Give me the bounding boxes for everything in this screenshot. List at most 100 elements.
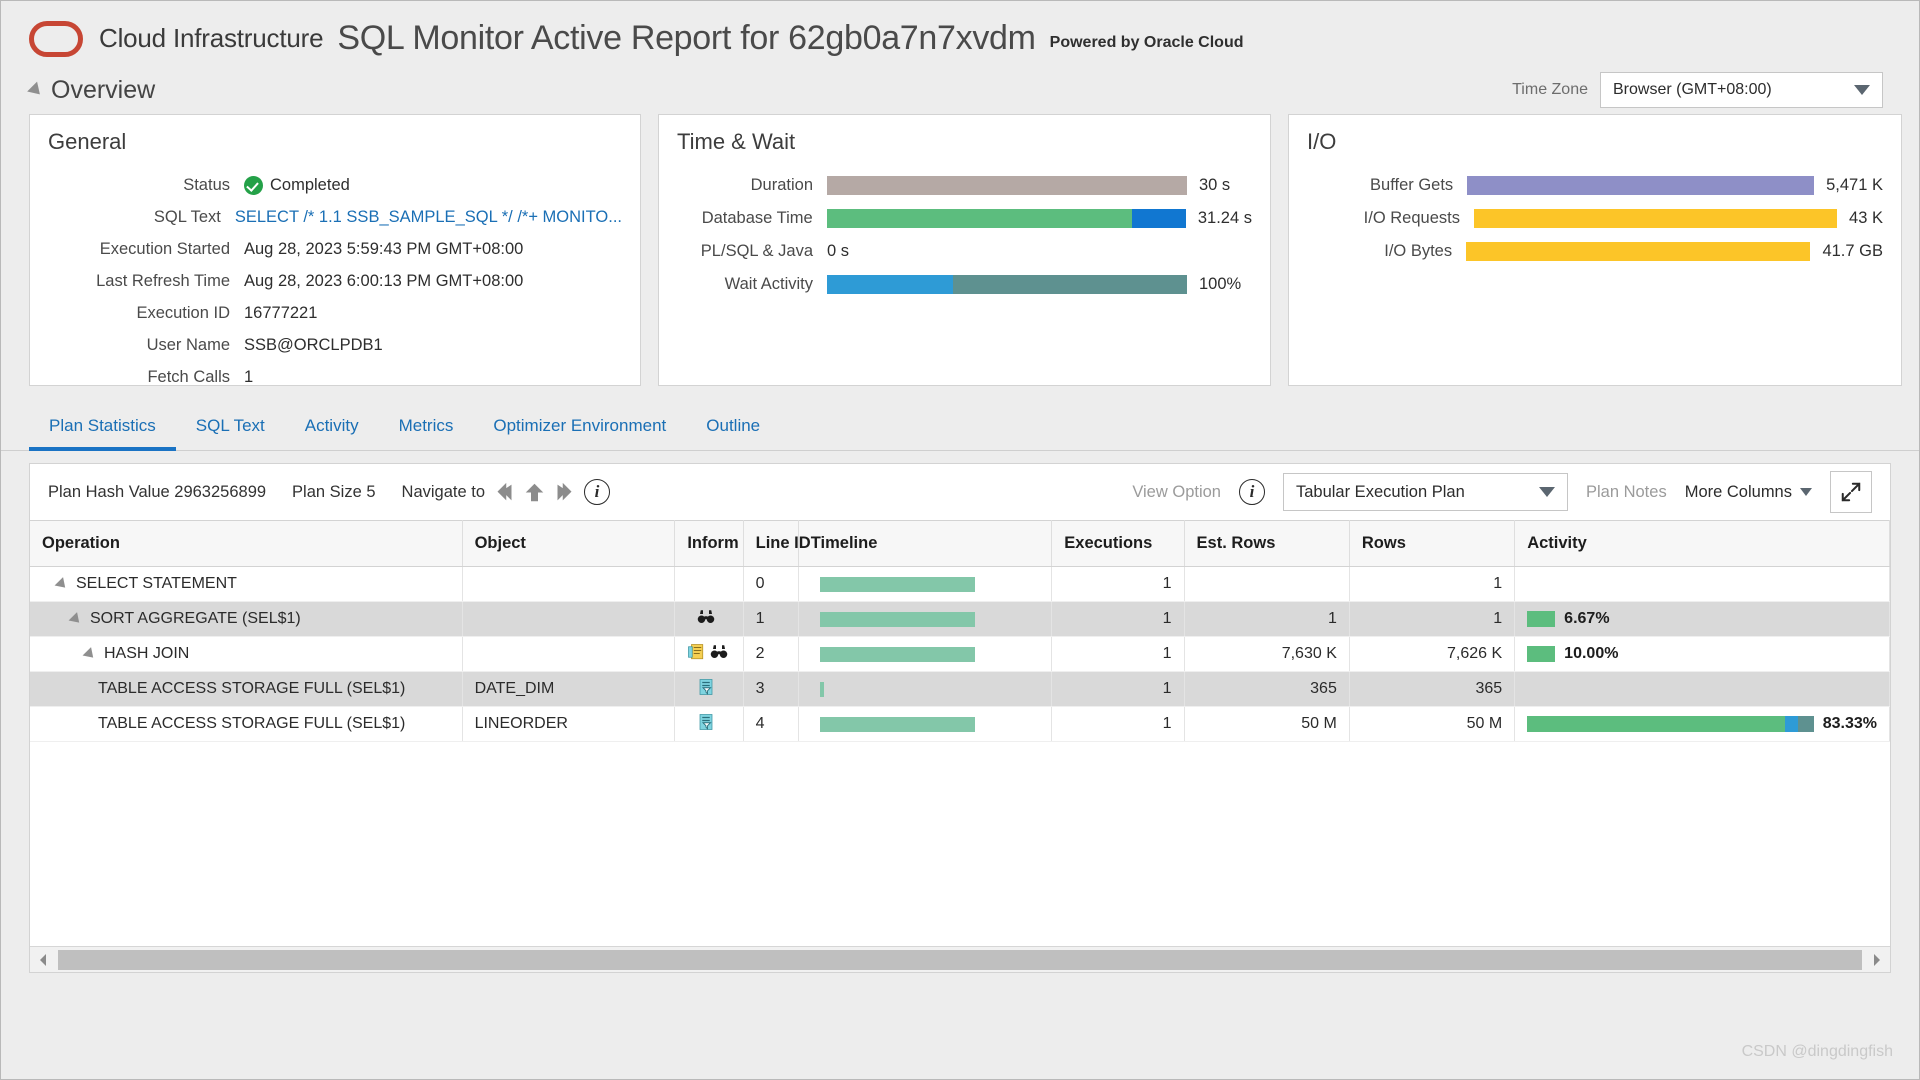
column-header-est-rows[interactable]: Est. Rows	[1184, 521, 1349, 567]
cell-est-rows: 50 M	[1184, 707, 1349, 742]
watermark: CSDN @dingdingfish	[1742, 1043, 1893, 1061]
scrollbar-thumb[interactable]	[58, 950, 1862, 970]
navigate-to-group: Navigate to i	[402, 479, 610, 505]
cell-est-rows: 1	[1184, 602, 1349, 637]
filter-note-icon[interactable]	[687, 643, 705, 666]
io-row-value: 41.7 GB	[1822, 242, 1883, 261]
binoculars-icon[interactable]	[697, 608, 715, 631]
plan-notes-button[interactable]: Plan Notes	[1586, 483, 1667, 502]
timeline-bar	[820, 612, 975, 627]
time-wait-row-label: Wait Activity	[677, 275, 827, 294]
navigate-up-icon[interactable]	[524, 482, 545, 503]
time-wait-row-label: Duration	[677, 176, 827, 195]
column-header-activity[interactable]: Activity	[1515, 521, 1890, 567]
column-header-line-id[interactable]: Line ID	[743, 521, 798, 567]
cell-rows: 7,626 K	[1349, 637, 1514, 672]
general-row-label: SQL Text	[48, 208, 235, 227]
status-ok-icon	[244, 176, 263, 195]
table-row[interactable]: SELECT STATEMENT011	[30, 567, 1890, 602]
timeline-bar	[820, 717, 975, 732]
row-expander-icon[interactable]	[83, 647, 98, 662]
tab-metrics[interactable]: Metrics	[379, 404, 474, 451]
column-header-object[interactable]: Object	[462, 521, 675, 567]
cell-operation: SELECT STATEMENT	[30, 567, 462, 602]
scroll-right-icon[interactable]	[1864, 953, 1890, 967]
expand-button[interactable]	[1830, 471, 1872, 513]
table-filter-icon[interactable]	[697, 713, 715, 736]
io-bar	[1467, 176, 1814, 195]
row-expander-icon[interactable]	[55, 577, 70, 592]
column-header-executions[interactable]: Executions	[1052, 521, 1184, 567]
collapse-triangle-icon[interactable]	[27, 81, 45, 99]
io-panel-title: I/O	[1307, 129, 1883, 155]
bar-segment	[1527, 611, 1555, 627]
table-row[interactable]: HASH JOIN217,630 K7,626 K10.00%	[30, 637, 1890, 672]
overview-toggle[interactable]: Overview	[29, 76, 155, 105]
column-header-operation[interactable]: Operation	[30, 521, 462, 567]
view-option-info-icon[interactable]: i	[1239, 479, 1265, 505]
timezone-value: Browser (GMT+08:00)	[1613, 81, 1772, 99]
tab-activity[interactable]: Activity	[285, 404, 379, 451]
view-option-value: Tabular Execution Plan	[1296, 483, 1465, 502]
general-row: SQL TextSELECT /* 1.1 SSB_SAMPLE_SQL */ …	[48, 201, 622, 233]
tab-sql-text[interactable]: SQL Text	[176, 404, 285, 451]
io-row-label: I/O Requests	[1307, 209, 1474, 228]
column-header-rows[interactable]: Rows	[1349, 521, 1514, 567]
horizontal-scrollbar[interactable]	[30, 946, 1890, 972]
view-option-select[interactable]: Tabular Execution Plan	[1283, 473, 1568, 511]
cell-line-id: 4	[743, 707, 798, 742]
timeline-bar	[820, 682, 825, 697]
cell-timeline	[798, 637, 1052, 672]
time-wait-panel-title: Time & Wait	[677, 129, 1252, 155]
scroll-left-icon[interactable]	[30, 953, 56, 967]
cell-executions: 1	[1052, 637, 1184, 672]
tab-optimizer-environment[interactable]: Optimizer Environment	[473, 404, 686, 451]
table-row[interactable]: TABLE ACCESS STORAGE FULL (SEL$1)LINEORD…	[30, 707, 1890, 742]
activity-bar	[1527, 611, 1555, 627]
cell-timeline	[798, 707, 1052, 742]
tab-plan-statistics[interactable]: Plan Statistics	[29, 404, 176, 451]
row-expander-icon[interactable]	[69, 612, 84, 627]
tab-outline[interactable]: Outline	[686, 404, 780, 451]
plan-table-empty-space	[30, 742, 1890, 946]
general-row-label: Fetch Calls	[48, 368, 244, 387]
cell-line-id: 2	[743, 637, 798, 672]
general-row-value: Completed	[244, 176, 350, 195]
navigate-previous-icon[interactable]	[494, 482, 515, 503]
io-row: I/O Bytes41.7 GB	[1307, 235, 1883, 268]
table-row[interactable]: SORT AGGREGATE (SEL$1)11116.67%	[30, 602, 1890, 637]
timezone-select[interactable]: Browser (GMT+08:00)	[1600, 72, 1883, 108]
general-row-value: Aug 28, 2023 6:00:13 PM GMT+08:00	[244, 272, 523, 291]
column-header-timeline[interactable]: Timeline	[798, 521, 1052, 567]
column-header-inform[interactable]: Inform	[675, 521, 743, 567]
time-wait-bar	[827, 275, 1187, 294]
expand-icon	[1840, 481, 1862, 503]
activity-bar	[1527, 716, 1814, 732]
general-row-value[interactable]: SELECT /* 1.1 SSB_SAMPLE_SQL */ /*+ MONI…	[235, 208, 622, 227]
binoculars-icon[interactable]	[710, 643, 728, 666]
chevron-down-icon[interactable]	[1539, 487, 1555, 497]
cell-executions: 1	[1052, 602, 1184, 637]
plan-hash-value: Plan Hash Value 2963256899	[48, 483, 266, 502]
plan-table: OperationObjectInformLine IDTimelineExec…	[30, 520, 1890, 742]
overview-row: Overview Time Zone Browser (GMT+08:00)	[1, 68, 1919, 114]
cell-activity: 10.00%	[1515, 637, 1890, 672]
cell-operation: SORT AGGREGATE (SEL$1)	[30, 602, 462, 637]
table-filter-icon[interactable]	[697, 678, 715, 701]
chevron-down-icon[interactable]	[1800, 488, 1812, 496]
operation-label: TABLE ACCESS STORAGE FULL (SEL$1)	[98, 715, 405, 733]
main-tabs: Plan StatisticsSQL TextActivityMetricsOp…	[1, 404, 1919, 451]
io-row-value: 5,471 K	[1826, 176, 1883, 195]
general-row: Execution StartedAug 28, 2023 5:59:43 PM…	[48, 233, 622, 265]
chevron-down-icon[interactable]	[1854, 85, 1870, 95]
bar-segment	[953, 275, 1187, 294]
table-row[interactable]: TABLE ACCESS STORAGE FULL (SEL$1)DATE_DI…	[30, 672, 1890, 707]
cell-executions: 1	[1052, 672, 1184, 707]
plan-table-wrapper: OperationObjectInformLine IDTimelineExec…	[30, 520, 1890, 972]
navigate-info-icon[interactable]: i	[584, 479, 610, 505]
more-columns-button[interactable]: More Columns	[1685, 483, 1812, 502]
page-title: SQL Monitor Active Report for 62gb0a7n7x…	[337, 19, 1035, 58]
general-row-value: 16777221	[244, 304, 317, 323]
cell-information	[675, 602, 743, 637]
navigate-next-icon[interactable]	[554, 482, 575, 503]
